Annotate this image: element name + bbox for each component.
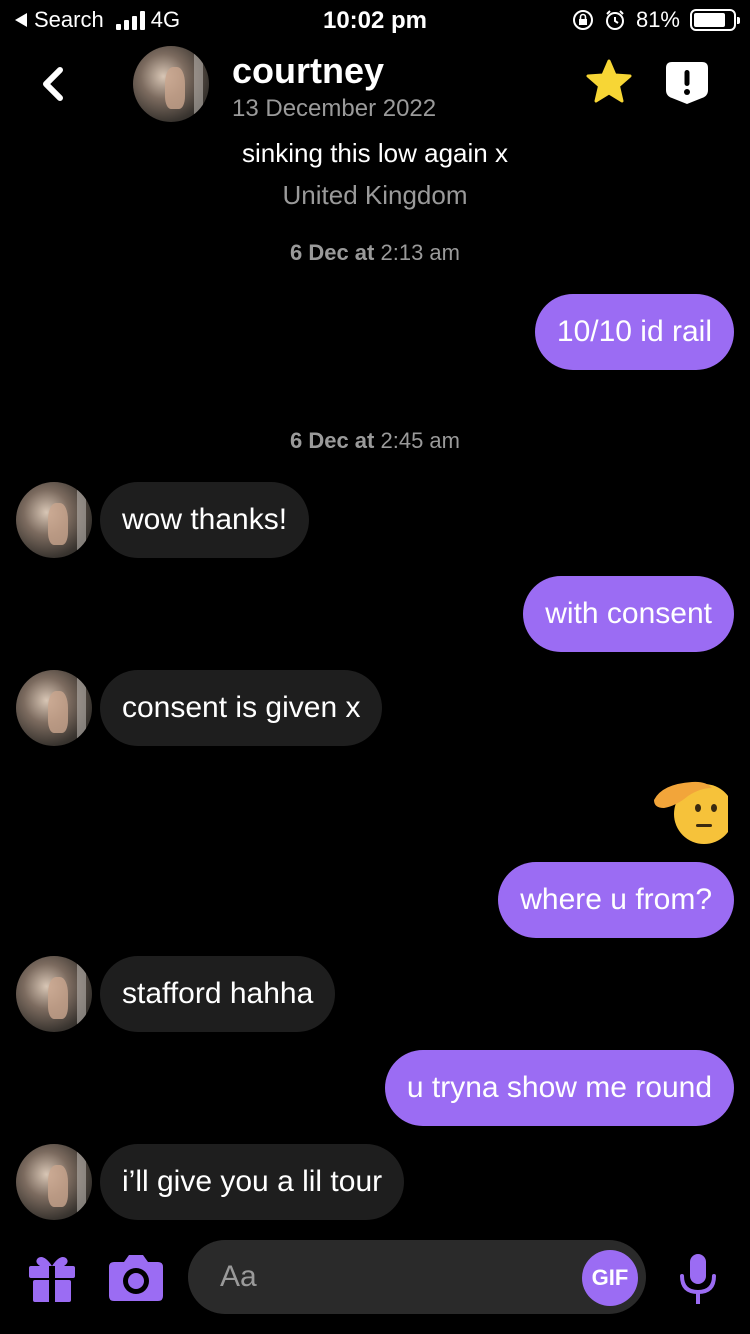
match-date: 13 December 2022 (232, 95, 437, 122)
contact-name[interactable]: courtney (232, 50, 384, 92)
outgoing-message[interactable]: where u from? (498, 862, 734, 938)
sender-avatar[interactable] (16, 482, 92, 558)
profile-location: United Kingdom (282, 180, 468, 210)
rotation-lock-icon (572, 10, 593, 30)
camera-icon[interactable] (108, 1252, 164, 1302)
profile-bio: sinking this low again x (242, 138, 508, 168)
saluting-face-emoji[interactable] (652, 774, 728, 846)
message-input[interactable]: Aa GIF (188, 1240, 646, 1314)
timestamp-day: 6 Dec at (289, 428, 375, 453)
gif-button[interactable]: GIF (582, 1250, 638, 1306)
battery-percent: 81% (635, 7, 680, 32)
star-icon[interactable] (584, 58, 634, 108)
timestamp-time: 2:13 am (380, 240, 461, 265)
microphone-icon[interactable] (678, 1252, 718, 1306)
message-input-placeholder: Aa (220, 1260, 257, 1293)
battery-icon (690, 9, 740, 31)
incoming-message[interactable]: wow thanks! (100, 482, 310, 558)
timestamp: 6 Dec at 2:13 am (0, 240, 750, 266)
incoming-message[interactable]: stafford hahha (100, 956, 336, 1032)
outgoing-message[interactable]: 10/10 id rail (534, 294, 734, 370)
sender-avatar[interactable] (16, 1144, 92, 1220)
alarm-icon (605, 10, 624, 30)
outgoing-message[interactable]: u tryna show me round (384, 1050, 734, 1126)
timestamp-time: 2:45 am (380, 428, 461, 453)
outgoing-message[interactable]: with consent (523, 576, 734, 652)
incoming-message[interactable]: i’ll give you a lil tour (100, 1144, 405, 1220)
composer-bar: Aa GIF (0, 1238, 750, 1318)
sender-avatar[interactable] (16, 670, 92, 746)
contact-avatar[interactable] (133, 46, 209, 122)
report-icon[interactable] (664, 60, 710, 106)
chat-header: courtney 13 December 2022 (0, 40, 750, 130)
gift-icon[interactable] (26, 1252, 78, 1304)
timestamp: 6 Dec at 2:45 am (0, 428, 750, 454)
timestamp-day: 6 Dec at (289, 240, 375, 265)
incoming-message[interactable]: consent is given x (100, 670, 383, 746)
sender-avatar[interactable] (16, 956, 92, 1032)
status-bar: Search 4G 10:02 pm 81% (0, 0, 750, 40)
back-chevron-icon[interactable] (34, 62, 74, 106)
